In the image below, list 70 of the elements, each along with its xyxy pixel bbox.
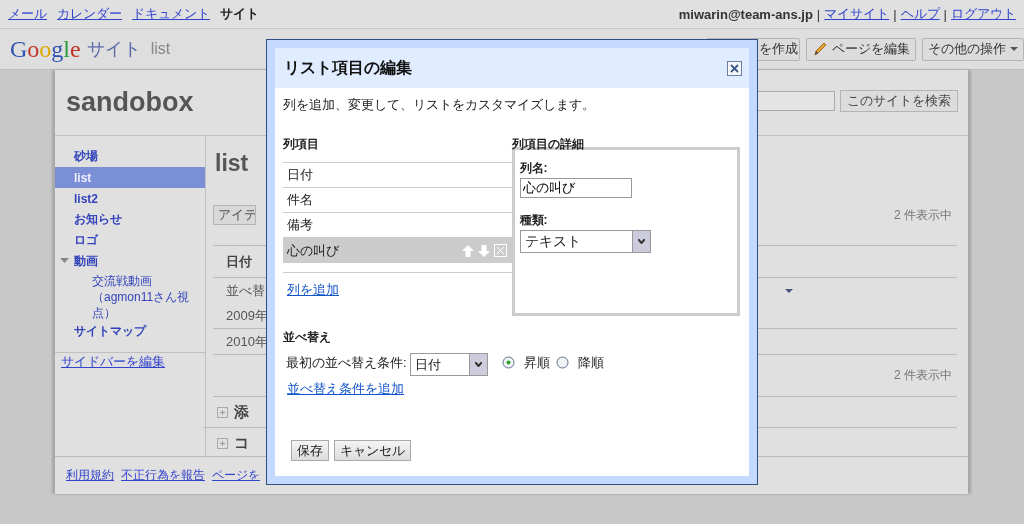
add-item-button[interactable]: アイテ [213, 205, 256, 225]
account-link[interactable]: ヘルプ [900, 5, 940, 23]
current-app-label: サイト [220, 5, 259, 23]
sidebar-item[interactable]: サイトマップ [55, 321, 205, 342]
chevron-icon [474, 362, 482, 367]
up-arrow-icon [461, 244, 474, 257]
section-heading: 並べ替え [283, 329, 332, 343]
table-cell: 2010年 [226, 332, 268, 351]
section-heading[interactable]: コ [234, 433, 249, 453]
separator: | [893, 6, 897, 22]
chevron-icon [637, 239, 645, 244]
field-label: 最初の並べ替え条件: [286, 353, 407, 372]
caret-icon [1010, 47, 1018, 51]
sidebar-item[interactable]: 砂場 [55, 146, 205, 167]
section-heading: 列項目 [283, 136, 320, 150]
item-count: 2 件表示中 [894, 367, 952, 384]
app-link[interactable]: カレンダー [57, 5, 122, 23]
sidebar-subitem[interactable]: 交流戦動画（agmon11さん視点） [55, 272, 205, 321]
column-item[interactable]: 心の叫び [283, 238, 512, 263]
close-icon [730, 63, 739, 73]
item-count: 2 件表示中 [894, 206, 952, 224]
account-link[interactable]: マイサイト [824, 5, 890, 23]
footer-link[interactable]: 不正行為を報告 [121, 467, 205, 484]
cancel-button[interactable]: キャンセル [334, 440, 411, 461]
account-link[interactable]: ログアウト [951, 5, 1016, 23]
site-title: sandobox [66, 87, 194, 118]
footer-link[interactable]: 利用規約 [66, 467, 114, 484]
order-radio[interactable]: 降順 [555, 353, 604, 372]
section-heading: 列項目の詳細 [511, 136, 585, 150]
field-label: 列名: [519, 160, 549, 174]
expand-icon [217, 437, 228, 449]
table-cell: 2009年 [226, 306, 268, 325]
sort-dropdown[interactable]: 日付 [409, 353, 488, 376]
app-link[interactable]: ドキュメント [132, 5, 210, 23]
product-name: サイト [86, 38, 141, 61]
account-email: miwarin@team-ans.jp [678, 6, 813, 22]
app-link[interactable]: メール [8, 5, 47, 23]
section-heading[interactable]: 添 [234, 402, 249, 422]
down-arrow-icon [477, 244, 490, 257]
column-header[interactable]: 日付 [226, 252, 252, 271]
search-button[interactable]: このサイトを検索 [840, 90, 958, 112]
toolbar-button[interactable]: その他の操作 [922, 37, 1024, 61]
add-sort-link[interactable]: 並べ替え条件を追加 [287, 380, 404, 398]
field-label: 種類: [519, 212, 549, 226]
logo[interactable]: Google [10, 35, 81, 63]
sidebar-item[interactable]: お知らせ [55, 209, 205, 230]
column-item[interactable]: 日付 [283, 163, 512, 188]
toolbar-button[interactable]: ページを編集 [806, 37, 916, 61]
column-name-field[interactable]: 心の叫び [519, 178, 632, 198]
order-radio[interactable]: 昇順 [501, 353, 550, 372]
delete-icon [493, 244, 507, 257]
sidebar-item[interactable]: ロゴ [55, 230, 205, 251]
footer-link[interactable]: ページを [212, 467, 260, 484]
page-title: list [215, 150, 249, 178]
dialog-title: リスト項目の編集 [284, 57, 412, 78]
pencil-icon [812, 41, 828, 57]
separator: | [943, 6, 947, 22]
table-cell: 並べ替 [226, 281, 265, 300]
expand-icon [217, 406, 228, 418]
description-text: 列を追加、変更して、リストをカスタマイズします。 [283, 96, 596, 114]
edit-sidebar-link[interactable]: サイドバーを編集 [61, 354, 165, 369]
separator: | [816, 6, 821, 22]
add-column-link[interactable]: 列を追加 [287, 281, 339, 299]
column-item[interactable]: 件名 [283, 188, 512, 213]
close-button[interactable] [727, 60, 742, 76]
type-dropdown[interactable]: テキスト [519, 230, 651, 253]
sidebar-item[interactable]: list2 [55, 188, 205, 209]
sidebar-item[interactable]: 動画 [55, 251, 205, 272]
page-name: list [150, 40, 172, 58]
save-button[interactable]: 保存 [291, 440, 329, 461]
